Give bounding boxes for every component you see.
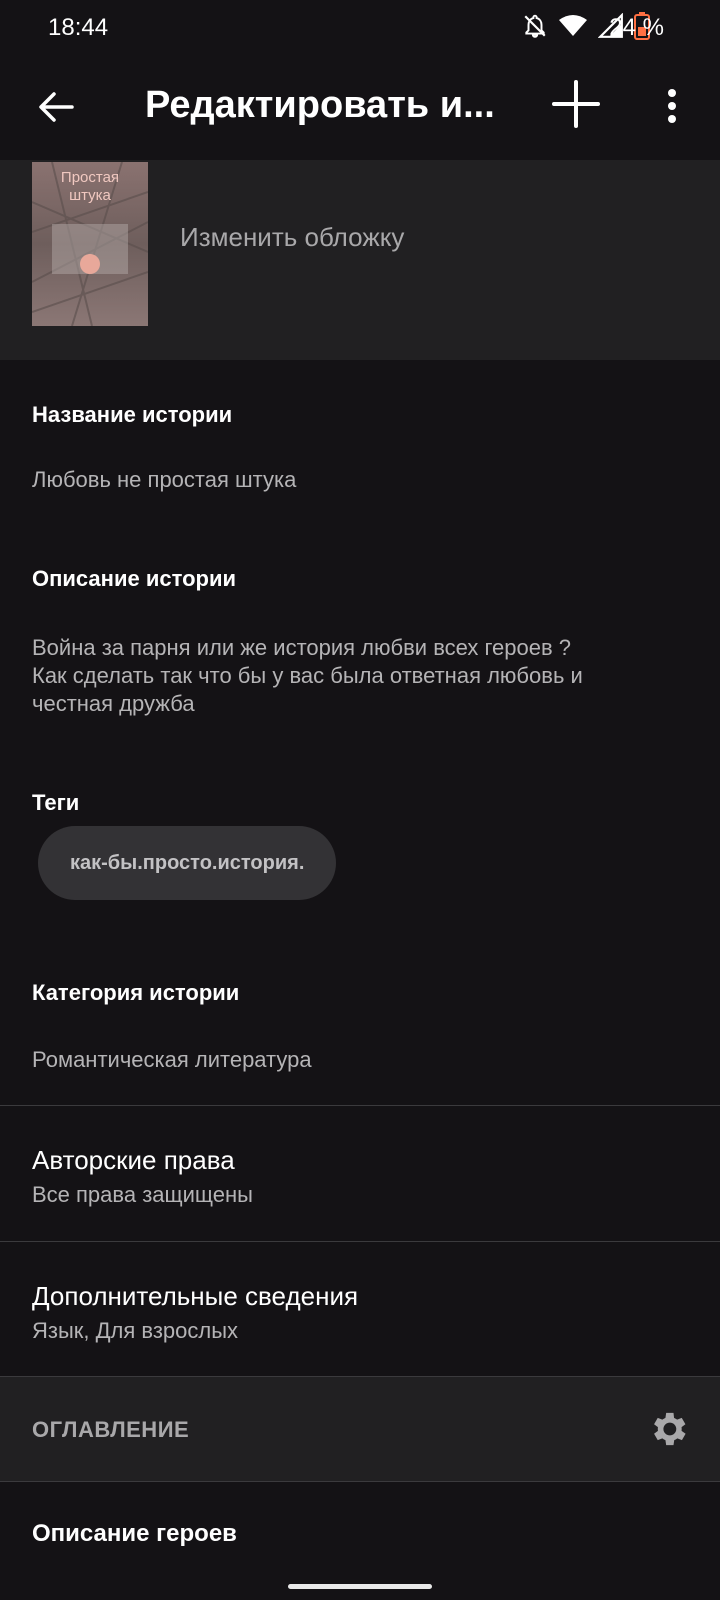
app-bar: Редактировать и... (0, 56, 720, 160)
wifi-icon (558, 13, 588, 44)
copyright-title: Авторские права (32, 1145, 235, 1175)
back-button[interactable] (30, 86, 82, 132)
add-button[interactable] (548, 78, 604, 134)
extra-info-value: Язык, Для взрослых (32, 1318, 239, 1343)
story-description-label: Описание истории (32, 566, 236, 591)
cover-row[interactable]: Простая штука Изменить обложку (0, 160, 720, 360)
copyright-value: Все права защищены (32, 1182, 253, 1207)
change-cover-label[interactable]: Изменить обложку (180, 222, 404, 253)
divider (0, 1241, 720, 1242)
page-title: Редактировать и... (145, 84, 495, 126)
battery-percent: 24 % (609, 14, 664, 41)
back-arrow-icon (38, 91, 74, 128)
story-title-label: Название истории (32, 402, 233, 427)
tags-label: Теги (32, 790, 80, 815)
gear-icon (646, 1412, 690, 1455)
category-value[interactable]: Романтическая литература (32, 1046, 692, 1074)
status-bar: 18:44 24 % (0, 0, 720, 56)
tag-chip[interactable]: как-бы.просто.история. (38, 826, 337, 900)
extra-info-title: Дополнительные сведения (32, 1281, 359, 1311)
svg-text:штука: штука (69, 187, 111, 204)
category-label: Категория истории (32, 980, 240, 1005)
toc-settings-button[interactable] (646, 1407, 690, 1451)
more-options-button[interactable] (650, 82, 694, 134)
story-description-value[interactable]: Война за парня или же история любви всех… (32, 634, 692, 718)
add-icon (552, 79, 600, 133)
svg-text:Простая: Простая (61, 169, 119, 186)
status-time: 18:44 (48, 14, 109, 41)
divider (0, 1481, 720, 1482)
home-indicator[interactable] (288, 1584, 432, 1589)
toc-header: ОГЛАВЛЕНИЕ (0, 1377, 720, 1481)
toc-label: ОГЛАВЛЕНИЕ (32, 1417, 190, 1442)
bell-off-icon (522, 13, 548, 44)
cover-image[interactable]: Простая штука (32, 162, 148, 326)
story-title-value[interactable]: Любовь не простая штука (32, 466, 692, 494)
chapter-item[interactable]: Описание героев (32, 1520, 237, 1548)
more-vert-icon (667, 88, 677, 129)
divider (0, 1105, 720, 1106)
